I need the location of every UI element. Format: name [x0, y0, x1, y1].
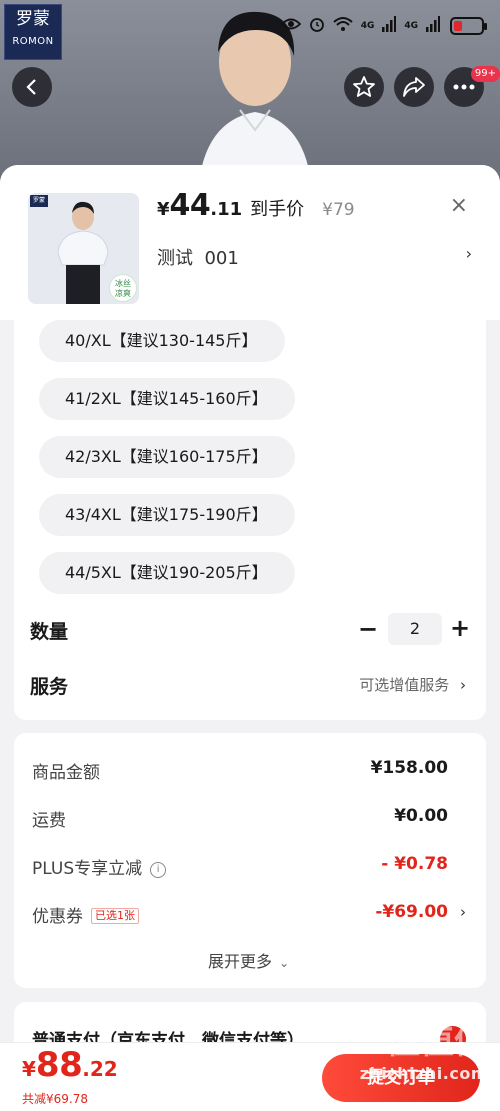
service-option-text: 可选增值服务 [359, 676, 450, 694]
signal-label-1: 4G [360, 21, 375, 31]
quantity-label: 数量 [30, 621, 69, 643]
chevron-down-icon: ⌄ [279, 956, 290, 970]
quantity-decrease-button[interactable]: − [358, 615, 378, 643]
size-option-43[interactable]: 43/4XL【建议175-190斤】 [39, 494, 295, 536]
goods-amount-value: ¥158.00 [370, 758, 448, 778]
quantity-input[interactable]: 2 [388, 613, 442, 645]
coupon-row[interactable]: 优惠券 已选1张 [32, 902, 139, 927]
thumbnail-brand-logo: 罗蒙 [30, 195, 48, 207]
price-label: 到手价 [250, 199, 305, 220]
signal-bars-icon [382, 15, 397, 37]
signal-bars-icon [426, 15, 440, 37]
price-decimal: .11 [210, 199, 243, 220]
chevron-right-icon: › [465, 244, 472, 263]
plus-discount-row: PLUS专享立减 i [32, 854, 167, 879]
favorite-button[interactable] [344, 67, 384, 107]
original-price: ¥79 [322, 200, 355, 220]
brand-logo: 罗蒙 ROMON [4, 4, 62, 60]
more-dots-icon [453, 84, 475, 90]
plus-discount-value: - ¥0.78 [381, 854, 448, 874]
price-integer: 44 [169, 188, 211, 223]
star-icon [353, 76, 375, 97]
size-option-40[interactable]: 40/XL【建议130-145斤】 [39, 320, 285, 362]
goods-amount-label: 商品金额 [32, 763, 100, 783]
wifi-icon [333, 16, 353, 37]
selected-variant-row[interactable]: 测试 001 › [157, 244, 472, 270]
signal-label-2: 4G [404, 21, 418, 31]
close-button[interactable]: × [450, 194, 468, 218]
shipping-label: 运费 [32, 811, 66, 831]
thumbnail-feature-tag: 冰丝 凉爽 [109, 274, 137, 302]
site-watermark: 值值值 zhizhizhi.com [348, 1020, 488, 1090]
chevron-right-icon[interactable]: › [460, 903, 466, 921]
notification-badge: 99+ [470, 66, 500, 82]
total-price: ¥ 88 .22 [22, 1045, 118, 1085]
coupon-label: 优惠券 [32, 907, 83, 927]
brand-logo-en: ROMON [12, 36, 54, 47]
shipping-value: ¥0.00 [394, 806, 448, 826]
price-currency: ¥ [157, 199, 170, 220]
back-button[interactable] [12, 67, 52, 107]
watermark-url: zhizhizhi.com [359, 1064, 488, 1083]
expand-more-button[interactable]: 展开更多 ⌄ [208, 948, 289, 972]
selected-variant-label: 测试 001 [157, 248, 239, 269]
plus-discount-label: PLUS专享立减 [32, 859, 143, 879]
service-label: 服务 [30, 676, 69, 698]
brand-logo-cn: 罗蒙 [16, 9, 50, 29]
size-option-42[interactable]: 42/3XL【建议160-175斤】 [39, 436, 295, 478]
share-button[interactable] [394, 67, 434, 107]
total-integer: 88 [35, 1045, 83, 1085]
share-icon [403, 77, 425, 97]
expand-more-label: 展开更多 [208, 952, 273, 971]
total-decimal: .22 [82, 1057, 118, 1081]
eye-icon [280, 16, 301, 36]
alarm-icon [309, 16, 325, 37]
battery-icon [450, 17, 487, 35]
status-bar: 4G 4G [280, 14, 487, 38]
quantity-increase-button[interactable]: + [450, 614, 470, 642]
price-row: ¥ 44 .11 到手价 ¥79 [157, 188, 355, 223]
coupon-value: -¥69.00 [375, 902, 448, 922]
service-option-link[interactable]: 可选增值服务 › [359, 674, 466, 695]
info-icon[interactable]: i [150, 862, 167, 878]
coupon-selected-tag: 已选1张 [91, 908, 139, 924]
product-thumbnail[interactable]: 罗蒙 冰丝 凉爽 [28, 193, 139, 304]
chevron-left-icon [26, 79, 36, 95]
total-savings: 共减¥69.78 [22, 1092, 88, 1106]
size-option-41[interactable]: 41/2XL【建议145-160斤】 [39, 378, 295, 420]
chevron-right-icon: › [460, 676, 466, 694]
total-currency: ¥ [22, 1057, 36, 1081]
watermark-text: 值值值 [386, 1022, 488, 1062]
size-option-44[interactable]: 44/5XL【建议190-205斤】 [39, 552, 295, 594]
